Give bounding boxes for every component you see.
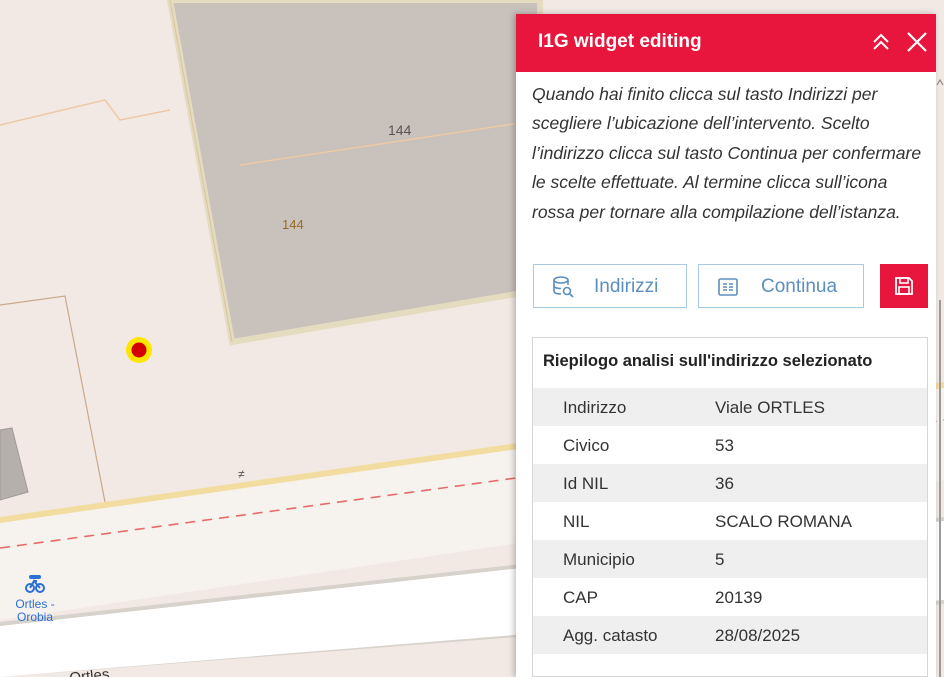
- form-icon: [718, 278, 738, 296]
- row-value: 28/08/2025: [715, 626, 801, 645]
- save-button[interactable]: [880, 264, 928, 308]
- row-value: 20139: [715, 588, 763, 607]
- row-key: Civico: [563, 436, 610, 455]
- panel-title: I1G widget editing: [538, 31, 702, 52]
- table-row: Municipio 5: [533, 540, 927, 578]
- row-key: Agg. catasto: [563, 626, 658, 645]
- save-icon: [895, 277, 913, 295]
- database-search-icon: [553, 276, 574, 298]
- continua-button[interactable]: Continua: [698, 264, 864, 308]
- row-value: 36: [715, 474, 734, 493]
- row-key: Municipio: [563, 550, 635, 569]
- summary-table: Riepilogo analisi sull'indirizzo selezio…: [532, 337, 928, 677]
- indirizzi-button-label: Indirizzi: [594, 276, 659, 297]
- widget-panel: I1G widget editing Quando hai finito cli…: [516, 14, 936, 677]
- table-row: Agg. catasto 28/08/2025: [533, 616, 927, 654]
- collapse-icon[interactable]: [868, 29, 894, 55]
- row-key: CAP: [563, 588, 598, 607]
- continua-button-label: Continua: [761, 276, 838, 297]
- row-value: 5: [715, 550, 725, 569]
- close-icon[interactable]: [904, 29, 930, 55]
- bike-sharing-icon[interactable]: [24, 574, 46, 594]
- summary-title: Riepilogo analisi sull'indirizzo selezio…: [543, 352, 873, 370]
- row-key: Indirizzo: [563, 398, 627, 417]
- plot-number-label: 144: [282, 217, 304, 232]
- panel-header: I1G widget editing: [516, 14, 936, 72]
- panel-scrollbar[interactable]: [936, 70, 944, 677]
- svg-text:≠: ≠: [238, 467, 245, 481]
- row-key: NIL: [563, 512, 590, 531]
- table-row: Civico 53: [533, 426, 927, 464]
- instructions-text: Quando hai finito clicca sul tasto Indir…: [532, 84, 922, 222]
- row-key: Id NIL: [563, 474, 609, 493]
- table-row: Indirizzo Viale ORTLES: [533, 388, 927, 426]
- table-row: NIL SCALO ROMANA: [533, 502, 927, 540]
- indirizzi-button[interactable]: Indirizzi: [533, 264, 687, 308]
- poi-label[interactable]: Ortles - Orobia: [8, 598, 62, 624]
- table-row: Id NIL 36: [533, 464, 927, 502]
- table-row: CAP 20139: [533, 578, 927, 616]
- row-value: Viale ORTLES: [715, 398, 825, 417]
- poi-label-line2: Orobia: [16, 610, 54, 624]
- row-value: 53: [715, 436, 734, 455]
- row-value: SCALO ROMANA: [715, 512, 852, 531]
- building-number-label: 144: [388, 122, 412, 138]
